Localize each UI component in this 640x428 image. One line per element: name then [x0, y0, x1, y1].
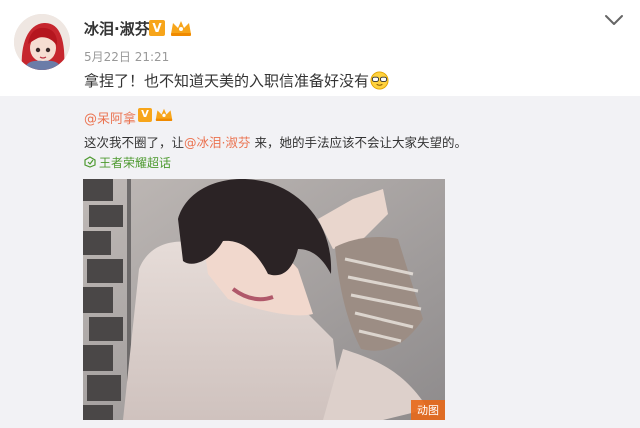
member-crown-icon[interactable]	[170, 19, 192, 37]
verified-badge: V	[149, 20, 165, 36]
gif-badge: 动图	[411, 400, 445, 420]
gif-photo	[83, 179, 445, 420]
post-content: 拿捏了！也不知道天美的入职信准备好没有	[84, 72, 370, 90]
repost-verified-badge: V	[138, 108, 152, 122]
avatar-image	[14, 14, 70, 70]
username[interactable]: 冰泪·淑芬	[84, 18, 150, 39]
weibo-post-card: 冰泪·淑芬 V 5月22日 21:21 拿捏了！也不知道天美的入职信准备好没有 …	[0, 0, 640, 428]
repost-text-before: 这次我不圈了，让	[84, 135, 185, 150]
post-timestamp[interactable]: 5月22日 21:21	[84, 48, 169, 65]
topic-link[interactable]: 王者荣耀超话	[84, 154, 171, 171]
repost-text: 这次我不圈了，让@冰泪·淑芬 来，她的手法应该不会让大家失望的。	[84, 132, 467, 151]
post-header: 冰泪·淑芬 V 5月22日 21:21 拿捏了！也不知道天美的入职信准备好没有	[0, 0, 640, 96]
repost-image[interactable]: 动图	[83, 179, 445, 420]
sunglasses-emoji-icon	[370, 71, 389, 90]
repost-block: @呆阿拿 V 这次我不圈了，让@冰泪·淑芬 来，她的手法应该不会让大家失望的。 …	[0, 96, 640, 428]
topic-icon	[84, 156, 96, 168]
topic-label: 王者荣耀超话	[99, 156, 172, 170]
chevron-down-icon[interactable]	[603, 12, 625, 28]
repost-member-crown-icon[interactable]	[155, 107, 173, 122]
avatar[interactable]	[14, 14, 70, 70]
mention-link[interactable]: @冰泪·淑芬	[184, 135, 250, 150]
repost-text-after: 来，她的手法应该不会让大家失望的。	[250, 135, 467, 150]
repost-author[interactable]: @呆阿拿	[84, 108, 136, 127]
